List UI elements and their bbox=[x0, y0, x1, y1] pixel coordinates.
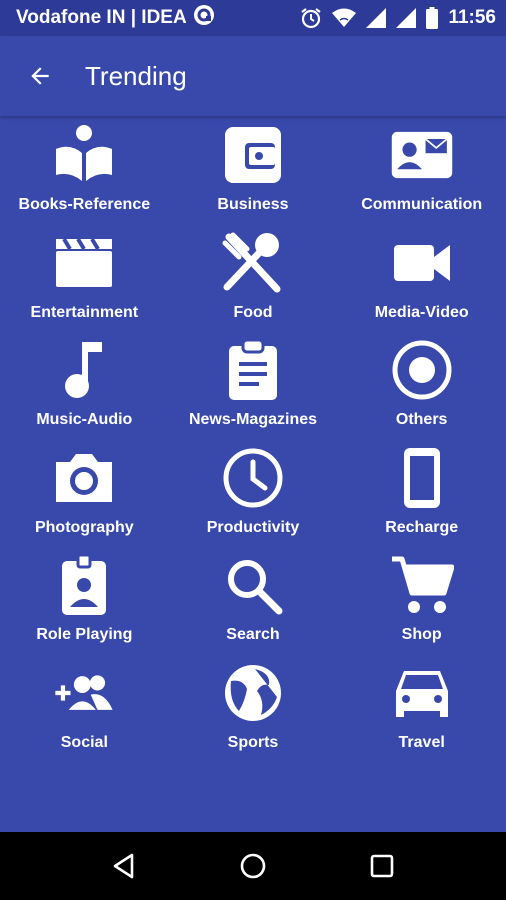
category-sports[interactable]: Sports bbox=[169, 654, 338, 762]
shopping-cart-icon bbox=[390, 553, 454, 617]
category-role-playing[interactable]: Role Playing bbox=[0, 546, 169, 654]
signal-icon-2 bbox=[396, 8, 417, 28]
category-label: News-Magazines bbox=[188, 411, 318, 428]
triangle-back-icon bbox=[114, 853, 134, 879]
nav-back-button[interactable] bbox=[100, 842, 148, 890]
category-shop[interactable]: Shop bbox=[337, 546, 506, 654]
category-label: Shop bbox=[401, 626, 442, 643]
category-grid: Books-Reference Business Communication E… bbox=[0, 116, 506, 761]
globe-icon bbox=[221, 661, 285, 725]
category-label: Books-Reference bbox=[18, 196, 151, 213]
category-recharge[interactable]: Recharge bbox=[337, 439, 506, 547]
data-saver-icon bbox=[193, 4, 215, 32]
category-label: Travel bbox=[398, 733, 445, 751]
category-label: Search bbox=[226, 626, 280, 643]
radio-button-icon bbox=[390, 338, 454, 402]
category-communication[interactable]: Communication bbox=[337, 116, 506, 224]
car-icon bbox=[390, 661, 454, 725]
alarm-icon bbox=[300, 7, 322, 29]
category-label: Sports bbox=[227, 733, 279, 751]
category-search[interactable]: Search bbox=[169, 546, 338, 654]
add-group-icon bbox=[52, 661, 116, 725]
nav-recents-button[interactable] bbox=[358, 842, 406, 890]
category-label: Entertainment bbox=[30, 303, 139, 321]
category-music-audio[interactable]: Music-Audio bbox=[0, 331, 169, 439]
music-note-icon bbox=[52, 338, 116, 402]
square-recents-icon bbox=[370, 854, 393, 878]
category-news-magazines[interactable]: News-Magazines bbox=[169, 331, 338, 439]
category-food[interactable]: Food bbox=[169, 224, 338, 332]
category-business[interactable]: Business bbox=[169, 116, 338, 224]
category-label: Social bbox=[60, 733, 108, 751]
clipboard-icon bbox=[221, 338, 285, 402]
category-label: Role Playing bbox=[36, 626, 133, 643]
category-label: Recharge bbox=[385, 518, 459, 536]
clapperboard-icon bbox=[52, 231, 116, 295]
category-label: Photography bbox=[34, 518, 134, 536]
system-nav-bar bbox=[0, 832, 506, 900]
category-label: Communication bbox=[361, 196, 483, 213]
category-label: Business bbox=[217, 196, 289, 213]
status-left: Vodafone IN | IDEA bbox=[16, 4, 215, 32]
category-label: Media-Video bbox=[374, 303, 469, 321]
category-media-video[interactable]: Media-Video bbox=[337, 224, 506, 332]
category-books-reference[interactable]: Books-Reference bbox=[0, 116, 169, 224]
category-travel[interactable]: Travel bbox=[337, 654, 506, 762]
arrow-left-icon bbox=[31, 67, 49, 85]
category-others[interactable]: Others bbox=[337, 331, 506, 439]
phone-icon bbox=[390, 446, 454, 510]
book-reader-icon bbox=[52, 123, 116, 187]
wifi-icon bbox=[332, 8, 357, 28]
wallet-icon bbox=[221, 123, 285, 187]
badge-icon bbox=[52, 553, 116, 617]
category-label: Others bbox=[395, 411, 448, 428]
search-icon bbox=[221, 553, 285, 617]
category-photography[interactable]: Photography bbox=[0, 439, 169, 547]
clock-time: 11:56 bbox=[448, 7, 496, 28]
circle-home-icon bbox=[240, 853, 266, 879]
camera-icon bbox=[52, 446, 116, 510]
category-label: Food bbox=[233, 303, 273, 321]
status-right: 11:56 bbox=[300, 7, 496, 29]
clock-icon bbox=[221, 446, 285, 510]
nav-home-button[interactable] bbox=[229, 842, 277, 890]
page-title: Trending bbox=[85, 60, 187, 91]
video-camera-icon bbox=[390, 231, 454, 295]
category-entertainment[interactable]: Entertainment bbox=[0, 224, 169, 332]
signal-icon bbox=[366, 8, 387, 28]
category-label: Music-Audio bbox=[36, 411, 133, 428]
category-productivity[interactable]: Productivity bbox=[169, 439, 338, 547]
category-label: Productivity bbox=[206, 518, 300, 536]
back-button[interactable] bbox=[20, 56, 60, 96]
fork-spoon-icon bbox=[221, 231, 285, 295]
carrier-name: Vodafone IN | IDEA bbox=[16, 7, 187, 28]
category-social[interactable]: Social bbox=[0, 654, 169, 762]
app-bar: Trending bbox=[0, 36, 506, 116]
status-bar: Vodafone IN | IDEA 11:56 bbox=[0, 0, 506, 36]
contact-mail-icon bbox=[390, 123, 454, 187]
battery-icon bbox=[426, 7, 439, 29]
